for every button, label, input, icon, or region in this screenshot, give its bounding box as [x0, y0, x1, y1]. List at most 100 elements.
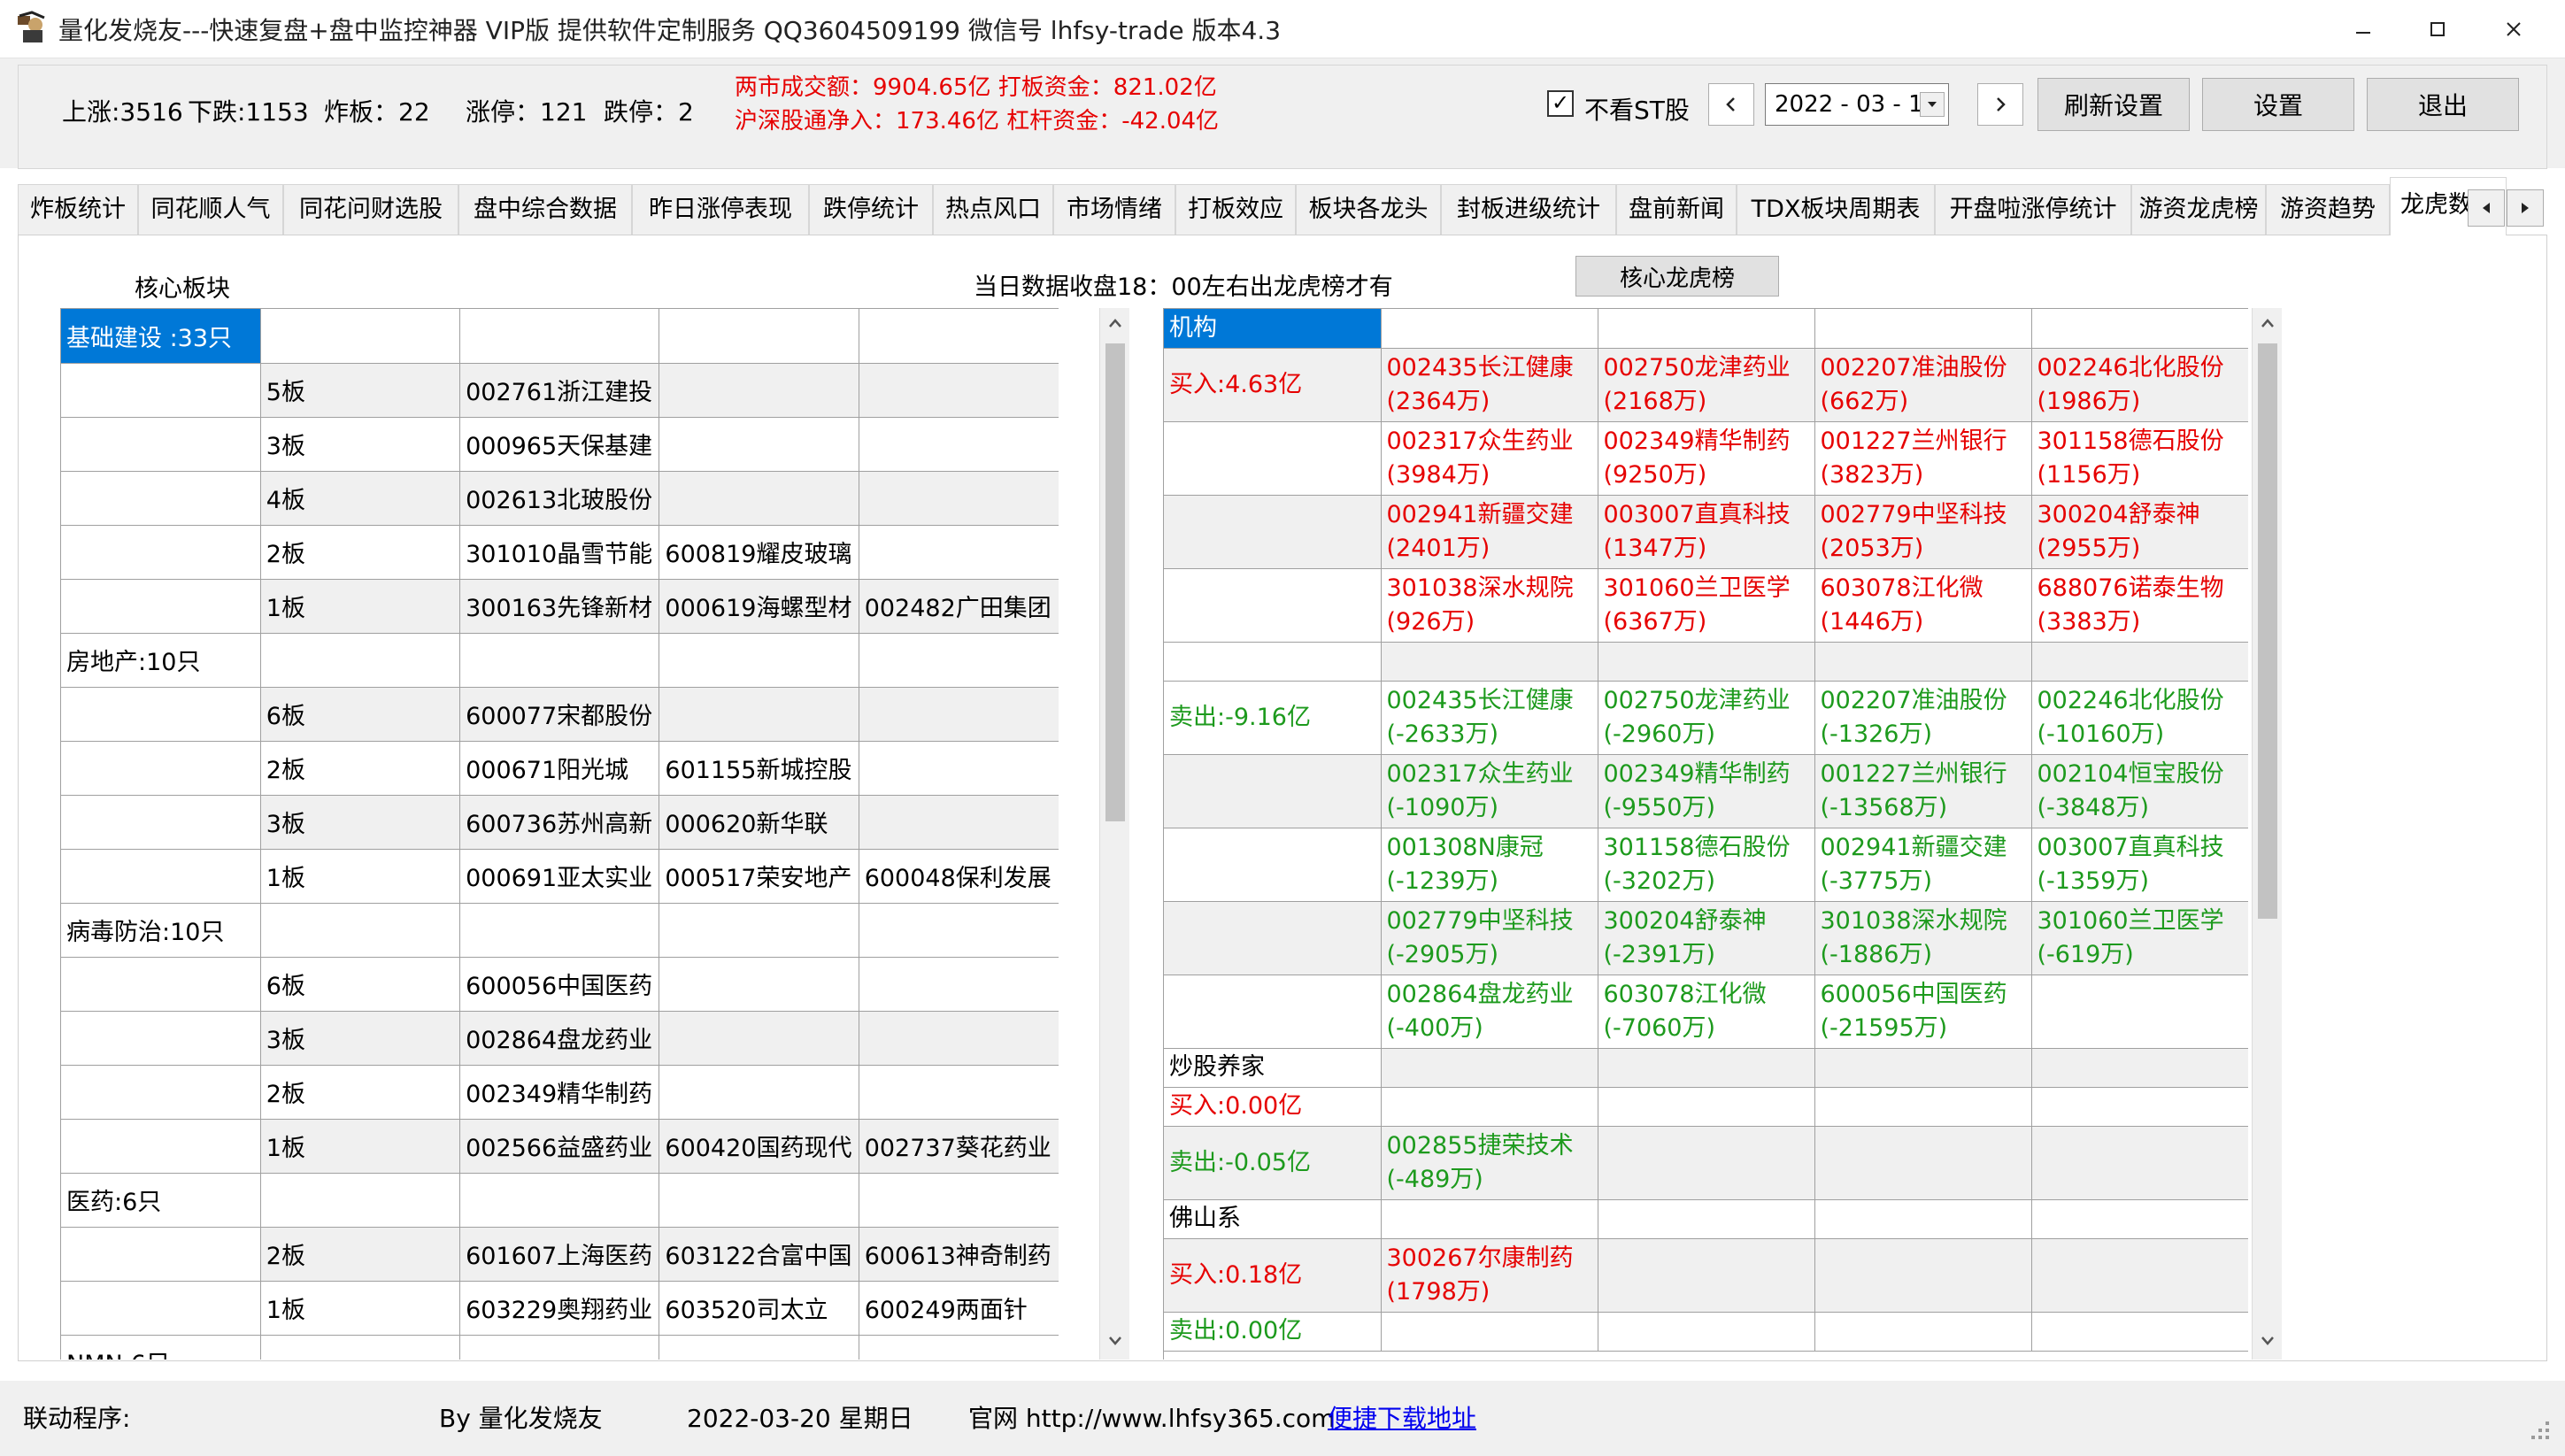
- trade-cell[interactable]: 002864盘龙药业 (-400万): [1381, 975, 1598, 1049]
- sector-name-cell[interactable]: [61, 1119, 261, 1174]
- trade-cell[interactable]: [2031, 1126, 2248, 1200]
- sector-row[interactable]: 病毒防治:10只: [61, 903, 1059, 958]
- sector-name-cell[interactable]: [61, 471, 261, 526]
- board-level-cell[interactable]: [260, 1173, 461, 1228]
- trade-cell[interactable]: 002435长江健康 (-2633万): [1381, 681, 1598, 755]
- sector-name-cell[interactable]: NMN:6只: [61, 1335, 261, 1360]
- sector-row[interactable]: 医药:6只: [61, 1173, 1059, 1228]
- trade-cell[interactable]: 002207准油股份 (662万): [1814, 348, 2032, 422]
- stock-cell[interactable]: 000965天保基建: [459, 417, 660, 472]
- trade-cell[interactable]: [1381, 309, 1598, 349]
- trade-cell[interactable]: 002207准油股份 (-1326万): [1814, 681, 2032, 755]
- board-level-cell[interactable]: 2板: [260, 1065, 461, 1120]
- tab-scroll-right-button[interactable]: [2507, 189, 2544, 227]
- trade-cell[interactable]: 002435长江健康 (2364万): [1381, 348, 1598, 422]
- sector-name-cell[interactable]: 病毒防治:10只: [61, 903, 261, 958]
- dragon-tiger-row[interactable]: 佛山系: [1164, 1199, 2248, 1239]
- trade-cell[interactable]: 002750龙津药业 (-2960万): [1598, 681, 1815, 755]
- tab-5[interactable]: 跌停统计: [809, 184, 933, 235]
- trade-cell[interactable]: 300204舒泰神 (-2391万): [1598, 901, 1815, 975]
- trade-cell[interactable]: [1814, 1048, 2032, 1088]
- stock-cell[interactable]: 600819耀皮玻璃: [659, 525, 859, 580]
- stock-cell[interactable]: [859, 1173, 1059, 1228]
- stock-cell[interactable]: 000517荣安地产: [659, 849, 859, 904]
- dragon-tiger-row[interactable]: [1164, 642, 2248, 682]
- tab-scroll-left-button[interactable]: [2468, 189, 2505, 227]
- trade-cell[interactable]: [1814, 642, 2032, 682]
- tab-14[interactable]: 游资龙虎榜: [2131, 184, 2266, 235]
- dragon-tiger-row[interactable]: 买入:0.18亿 300267尔康制药 (1798万): [1164, 1238, 2248, 1313]
- board-level-cell[interactable]: 3板: [260, 1011, 461, 1066]
- resize-grip-icon[interactable]: [2524, 1414, 2551, 1441]
- sector-name-cell[interactable]: [61, 795, 261, 850]
- stock-cell[interactable]: 002761浙江建投: [459, 363, 660, 418]
- dragon-tiger-row[interactable]: 卖出:0.00亿: [1164, 1312, 2248, 1352]
- trade-cell[interactable]: 001227兰州银行 (-13568万): [1814, 754, 2032, 828]
- trade-cell[interactable]: [2031, 1312, 2248, 1352]
- stock-cell[interactable]: [859, 525, 1059, 580]
- stock-cell[interactable]: 603122合富中国: [659, 1227, 859, 1282]
- tab-12[interactable]: TDX板块周期表: [1737, 184, 1935, 235]
- stock-cell[interactable]: 000671阳光城: [459, 741, 660, 796]
- sector-row[interactable]: 3板 002864盘龙药业: [61, 1011, 1059, 1066]
- sector-row[interactable]: 6板 600056中国医药: [61, 957, 1059, 1012]
- sector-row[interactable]: 2板 301010晶雪节能 600819耀皮玻璃: [61, 525, 1059, 580]
- trade-cell[interactable]: 002941新疆交建 (-3775万): [1814, 828, 2032, 902]
- board-level-cell[interactable]: 1板: [260, 579, 461, 634]
- trade-cell[interactable]: [1381, 1312, 1598, 1352]
- board-level-cell[interactable]: 2板: [260, 525, 461, 580]
- dragon-tiger-row[interactable]: 卖出:-0.05亿 002855捷荣技术 (-489万): [1164, 1126, 2248, 1200]
- stock-cell[interactable]: [859, 687, 1059, 742]
- tab-7[interactable]: 市场情绪: [1053, 184, 1175, 235]
- sector-row[interactable]: 1板 000691亚太实业 000517荣安地产 600048保利发展: [61, 849, 1059, 904]
- stock-cell[interactable]: [859, 471, 1059, 526]
- sector-row[interactable]: 4板 002613北玻股份: [61, 471, 1059, 526]
- stock-cell[interactable]: 601155新城控股: [659, 741, 859, 796]
- trade-cell[interactable]: 300267尔康制药 (1798万): [1381, 1238, 1598, 1313]
- stock-cell[interactable]: [859, 795, 1059, 850]
- minimize-button[interactable]: [2328, 7, 2399, 51]
- trader-cell[interactable]: 买入:4.63亿: [1164, 348, 1382, 422]
- trade-cell[interactable]: 002941新疆交建 (2401万): [1381, 495, 1598, 569]
- tab-0[interactable]: 炸板统计: [18, 184, 138, 235]
- board-level-cell[interactable]: 4板: [260, 471, 461, 526]
- board-level-cell[interactable]: 6板: [260, 687, 461, 742]
- stock-cell[interactable]: 600613神奇制药: [859, 1227, 1059, 1282]
- board-level-cell[interactable]: 2板: [260, 741, 461, 796]
- board-level-cell[interactable]: [260, 309, 461, 364]
- board-level-cell[interactable]: 1板: [260, 849, 461, 904]
- trader-cell[interactable]: [1164, 901, 1382, 975]
- trade-cell[interactable]: [2031, 309, 2248, 349]
- stock-cell[interactable]: [859, 363, 1059, 418]
- board-level-cell[interactable]: 1板: [260, 1281, 461, 1336]
- trader-cell[interactable]: 机构: [1164, 309, 1382, 349]
- trade-cell[interactable]: [1598, 642, 1815, 682]
- sector-row[interactable]: 2板 002349精华制药: [61, 1065, 1059, 1120]
- sector-name-cell[interactable]: [61, 1065, 261, 1120]
- stock-cell[interactable]: 000620新华联: [659, 795, 859, 850]
- trade-cell[interactable]: [1598, 1199, 1815, 1239]
- trade-cell[interactable]: [1598, 1087, 1815, 1127]
- sector-row[interactable]: 3板 600736苏州高新 000620新华联: [61, 795, 1059, 850]
- stock-cell[interactable]: 600077宋都股份: [459, 687, 660, 742]
- trade-cell[interactable]: [1814, 1199, 2032, 1239]
- trade-cell[interactable]: 002246北化股份 (1986万): [2031, 348, 2248, 422]
- trader-cell[interactable]: 卖出:-0.05亿: [1164, 1126, 1382, 1200]
- trade-cell[interactable]: 301038深水规院 (-1886万): [1814, 901, 2032, 975]
- trader-cell[interactable]: [1164, 975, 1382, 1049]
- stock-cell[interactable]: [659, 957, 859, 1012]
- board-level-cell[interactable]: 5板: [260, 363, 461, 418]
- stock-cell[interactable]: 603229奥翔药业: [459, 1281, 660, 1336]
- trade-cell[interactable]: [2031, 1238, 2248, 1313]
- tab-6[interactable]: 热点风口: [933, 184, 1053, 235]
- trade-cell[interactable]: 600056中国医药 (-21595万): [1814, 975, 2032, 1049]
- trader-cell[interactable]: [1164, 421, 1382, 496]
- tab-1[interactable]: 同花顺人气: [138, 184, 283, 235]
- stock-cell[interactable]: [859, 633, 1059, 688]
- sector-row[interactable]: 1板 603229奥翔药业 603520司太立 600249两面针: [61, 1281, 1059, 1336]
- dragon-tiger-row[interactable]: 001308N康冠 (-1239万) 301158德石股份 (-3202万) 002…: [1164, 828, 2248, 902]
- stock-cell[interactable]: 600048保利发展: [859, 849, 1059, 904]
- tab-11[interactable]: 盘前新闻: [1616, 184, 1737, 235]
- dragon-tiger-grid-scrollbar[interactable]: [2252, 308, 2282, 1360]
- sector-name-cell[interactable]: [61, 579, 261, 634]
